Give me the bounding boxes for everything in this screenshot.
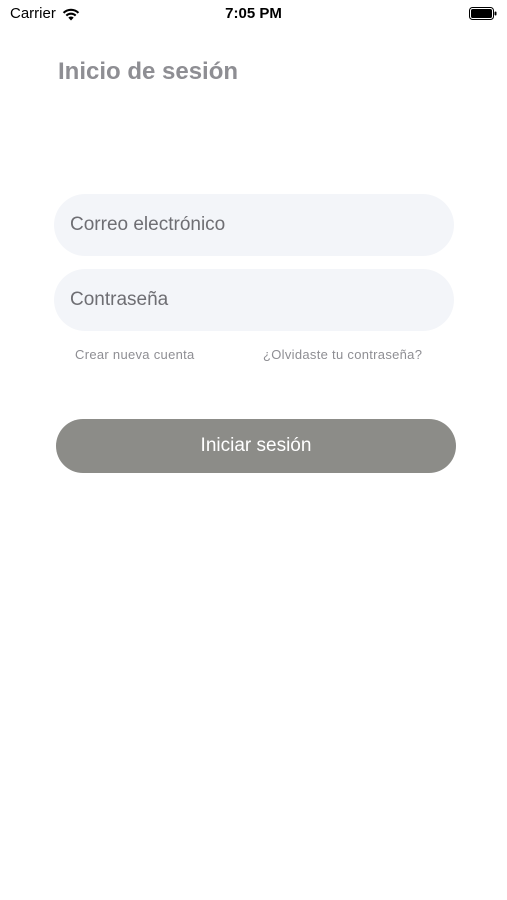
- create-account-link[interactable]: Crear nueva cuenta: [75, 347, 195, 362]
- email-field[interactable]: [54, 194, 454, 256]
- login-screen: Carrier 7:05 PM Inicio de sesión Crear n…: [0, 0, 507, 900]
- status-bar: Carrier 7:05 PM: [0, 0, 507, 28]
- battery-full-icon: [469, 7, 497, 20]
- status-time: 7:05 PM: [225, 5, 282, 22]
- forgot-password-link[interactable]: ¿Olvidaste tu contraseña?: [263, 347, 422, 362]
- password-field[interactable]: [54, 269, 454, 331]
- page-title: Inicio de sesión: [58, 58, 239, 85]
- login-button[interactable]: Iniciar sesión: [56, 419, 456, 473]
